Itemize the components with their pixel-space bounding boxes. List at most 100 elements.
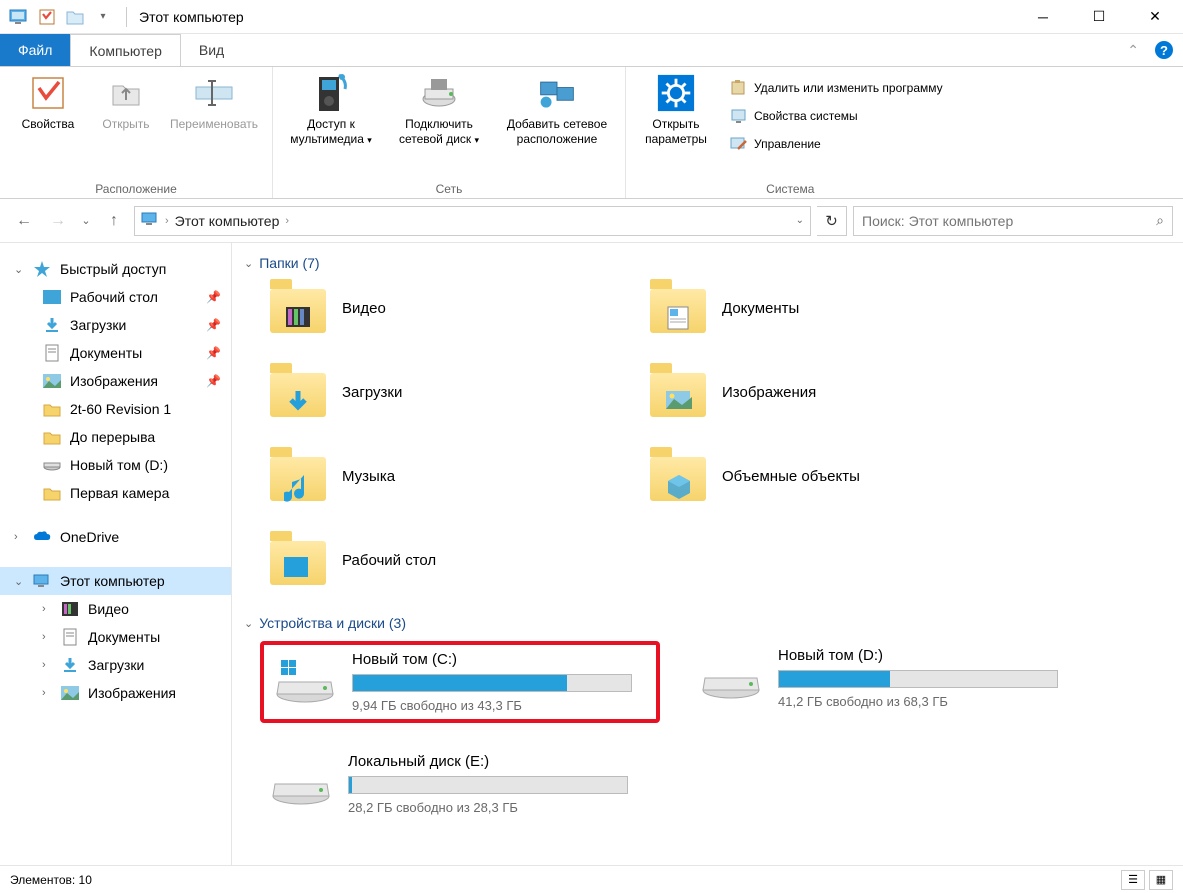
quick-access-toolbar: ▾	[0, 6, 122, 28]
search-input[interactable]	[862, 213, 1156, 229]
tab-computer[interactable]: Компьютер	[70, 34, 180, 66]
pin-icon: 📌	[206, 318, 221, 332]
breadcrumb-sep-icon[interactable]: ›	[285, 215, 289, 227]
system-properties-button[interactable]: Свойства системы	[726, 105, 947, 127]
folder-item[interactable]: Изображения	[650, 365, 1010, 419]
sidebar-item-label: Новый том (D:)	[70, 457, 168, 473]
chevron-right-icon[interactable]: ›	[42, 631, 56, 643]
sidebar-item[interactable]: Рабочий стол📌	[0, 283, 231, 311]
folder-qat-icon[interactable]	[64, 6, 86, 28]
help-icon[interactable]: ?	[1155, 41, 1173, 59]
pin-icon: 📌	[206, 346, 221, 360]
recent-dropdown[interactable]: ⌄	[78, 207, 94, 235]
chevron-right-icon[interactable]: ›	[42, 687, 56, 699]
section-folders-header[interactable]: ⌄ Папки (7)	[244, 251, 1171, 281]
folder-item[interactable]: Музыка	[270, 449, 630, 503]
chevron-right-icon[interactable]: ›	[14, 531, 28, 543]
folder-icon	[650, 281, 710, 335]
manage-button[interactable]: Управление	[726, 133, 947, 155]
address-box[interactable]: › Этот компьютер › ⌄	[134, 206, 811, 236]
view-details-button[interactable]: ☰	[1121, 870, 1145, 890]
drive-item[interactable]: Локальный диск (E:)28,2 ГБ свободно из 2…	[260, 747, 660, 821]
tab-view[interactable]: Вид	[181, 34, 242, 66]
onedrive-icon	[32, 528, 52, 546]
chevron-right-icon[interactable]: ›	[42, 659, 56, 671]
sidebar-item[interactable]: Новый том (D:)	[0, 451, 231, 479]
open-button[interactable]: Открыть	[96, 71, 156, 132]
tab-file[interactable]: Файл	[0, 34, 70, 66]
window-controls: ─ ☐ ✕	[1015, 0, 1183, 34]
sidebar-this-pc[interactable]: ⌄ Этот компьютер	[0, 567, 231, 595]
sidebar-item-label: 2t-60 Revision 1	[70, 401, 171, 417]
settings-gear-icon	[656, 73, 696, 113]
content-pane[interactable]: ⌄ Папки (7) Видео Документы Загрузки Изобра…	[232, 243, 1183, 865]
navigation-pane[interactable]: ⌄ Быстрый доступ Рабочий стол📌Загрузки📌Д…	[0, 243, 232, 865]
sidebar-item[interactable]: Загрузки📌	[0, 311, 231, 339]
sidebar-item-label: Первая камера	[70, 485, 169, 501]
chevron-down-icon: ⌄	[244, 617, 253, 630]
drive-status: 28,2 ГБ свободно из 28,3 ГБ	[348, 800, 654, 815]
section-drives-header[interactable]: ⌄ Устройства и диски (3)	[244, 611, 1171, 641]
sidebar-item[interactable]: Первая камера	[0, 479, 231, 507]
open-settings-button[interactable]: Открыть параметры	[634, 71, 718, 147]
back-button[interactable]: ←	[10, 207, 38, 235]
address-dropdown-icon[interactable]: ⌄	[796, 215, 804, 226]
qat-dropdown-icon[interactable]: ▾	[92, 6, 114, 28]
drive-name: Новый том (C:)	[352, 651, 650, 668]
ribbon-collapse-icon[interactable]: ⌃	[1127, 42, 1139, 59]
folder-icon	[42, 400, 62, 418]
documents-icon	[42, 344, 62, 362]
breadcrumb-sep-icon[interactable]: ›	[165, 215, 169, 227]
chevron-down-icon[interactable]: ⌄	[14, 263, 28, 276]
drive-item[interactable]: Новый том (D:)41,2 ГБ свободно из 68,3 Г…	[690, 641, 1090, 723]
sidebar-item[interactable]: ›Загрузки	[0, 651, 231, 679]
folder-label: Рабочий стол	[342, 552, 436, 569]
refresh-button[interactable]: ↻	[817, 206, 847, 236]
add-network-location-button[interactable]: Добавить сетевое расположение	[497, 71, 617, 147]
drive-status: 41,2 ГБ свободно из 68,3 ГБ	[778, 694, 1084, 709]
drive-capacity-bar	[348, 776, 628, 794]
folder-label: Изображения	[722, 384, 816, 401]
search-box[interactable]: ⌕	[853, 206, 1173, 236]
properties-button[interactable]: Свойства	[8, 71, 88, 132]
sidebar-item[interactable]: До перерыва	[0, 423, 231, 451]
view-icons-button[interactable]: ▦	[1149, 870, 1173, 890]
properties-qat-icon[interactable]	[36, 6, 58, 28]
up-button[interactable]: ↑	[100, 207, 128, 235]
map-drive-button[interactable]: Подключить сетевой диск ▾	[389, 71, 489, 148]
sidebar-item[interactable]: Изображения📌	[0, 367, 231, 395]
breadcrumb-item[interactable]: Этот компьютер	[175, 213, 280, 229]
sidebar-onedrive[interactable]: › OneDrive	[0, 523, 231, 551]
maximize-button[interactable]: ☐	[1071, 0, 1127, 34]
folder-item[interactable]: Загрузки	[270, 365, 630, 419]
address-bar: ← → ⌄ ↑ › Этот компьютер › ⌄ ↻ ⌕	[0, 199, 1183, 243]
folder-label: Музыка	[342, 468, 395, 485]
media-access-button[interactable]: Доступ к мультимедиа ▾	[281, 71, 381, 148]
chevron-down-icon[interactable]: ⌄	[14, 575, 28, 588]
remove-program-button[interactable]: Удалить или изменить программу	[726, 77, 947, 99]
minimize-button[interactable]: ─	[1015, 0, 1071, 34]
chevron-right-icon[interactable]: ›	[42, 603, 56, 615]
folder-item[interactable]: Видео	[270, 281, 630, 335]
rename-button[interactable]: Переименовать	[164, 71, 264, 132]
media-tower-icon	[311, 73, 351, 113]
sidebar-item[interactable]: ›Документы	[0, 623, 231, 651]
downloads-icon	[60, 656, 80, 674]
computer-icon	[8, 6, 30, 28]
sidebar-item[interactable]: ›Изображения	[0, 679, 231, 707]
sidebar-item-label: До перерыва	[70, 429, 155, 445]
folder-item[interactable]: Объемные объекты	[650, 449, 1010, 503]
folder-label: Документы	[722, 300, 799, 317]
folder-item[interactable]: Рабочий стол	[270, 533, 630, 587]
drive-item[interactable]: Новый том (C:) 9,94 ГБ свободно из 43,3 Г…	[260, 641, 660, 723]
sidebar-quick-access[interactable]: ⌄ Быстрый доступ	[0, 255, 231, 283]
drive-status: 9,94 ГБ свободно из 43,3 ГБ	[352, 698, 650, 713]
close-button[interactable]: ✕	[1127, 0, 1183, 34]
downloads-icon	[42, 316, 62, 334]
folder-item[interactable]: Документы	[650, 281, 1010, 335]
sidebar-item[interactable]: ›Видео	[0, 595, 231, 623]
forward-button[interactable]: →	[44, 207, 72, 235]
sidebar-item[interactable]: 2t-60 Revision 1	[0, 395, 231, 423]
sidebar-item-label: Рабочий стол	[70, 289, 158, 305]
sidebar-item[interactable]: Документы📌	[0, 339, 231, 367]
